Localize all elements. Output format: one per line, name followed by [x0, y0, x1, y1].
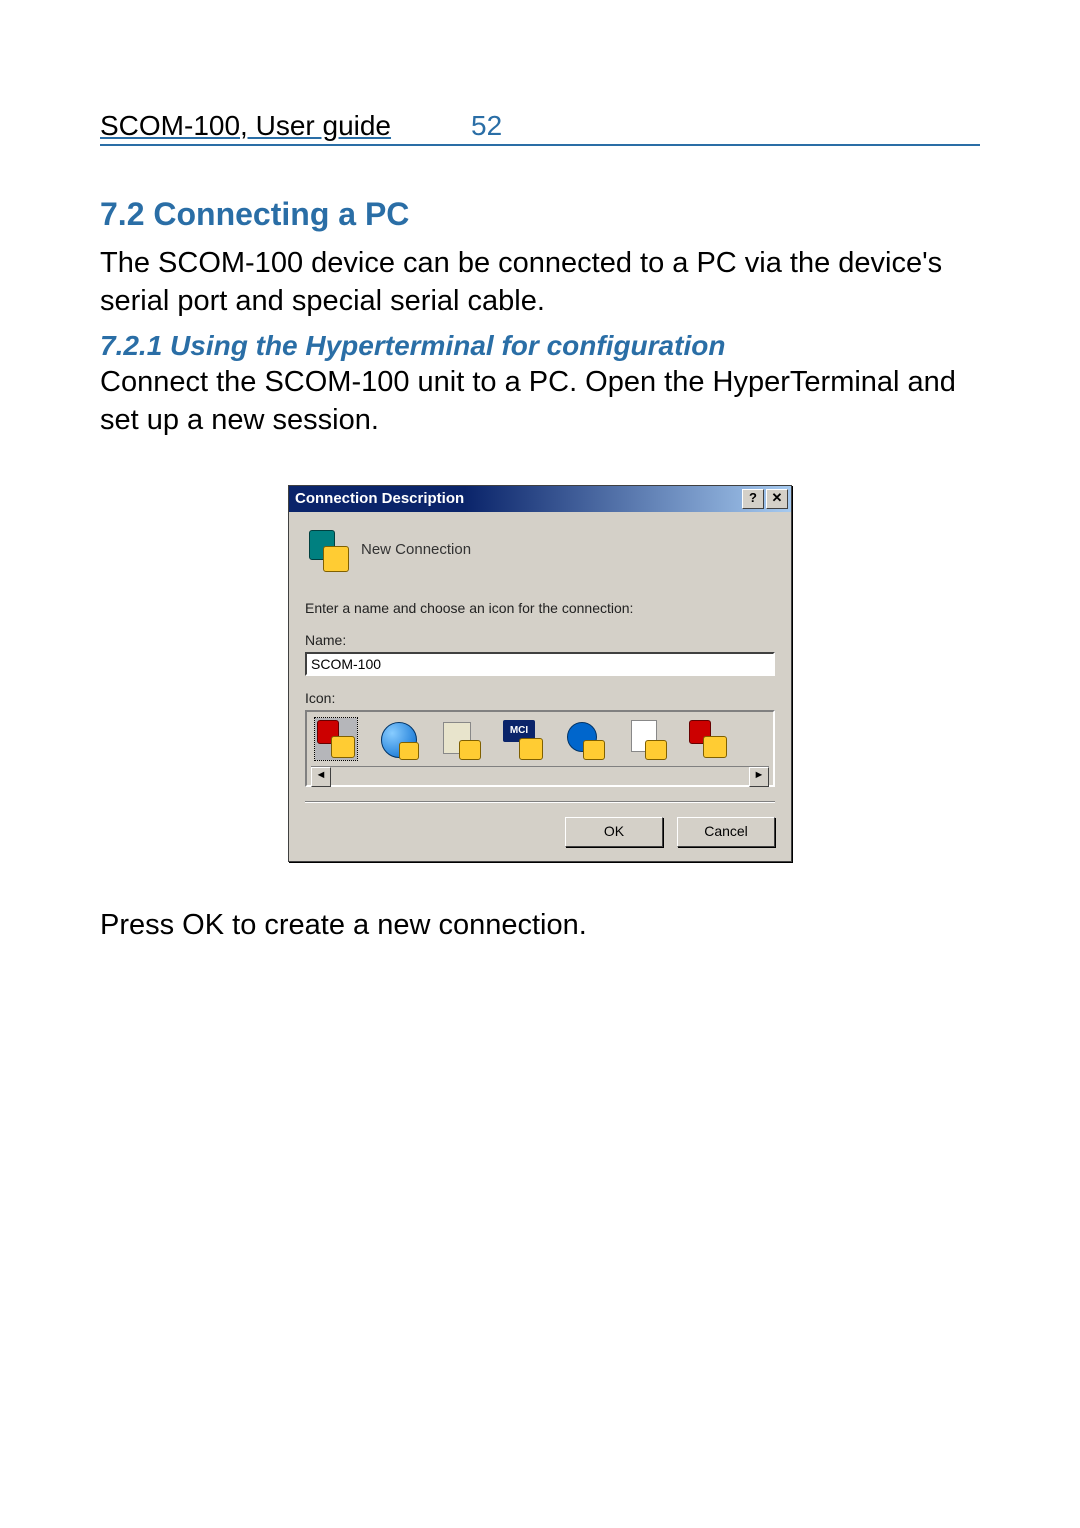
page-number: 52: [471, 110, 502, 142]
building-phone-icon[interactable]: [439, 718, 481, 760]
connection-description-dialog: Connection Description ? ✕ New Connectio…: [288, 485, 792, 862]
subsection-heading: 7.2.1 Using the Hyperterminal for config…: [100, 330, 980, 362]
new-connection-label: New Connection: [361, 541, 471, 558]
help-button[interactable]: ?: [742, 489, 764, 509]
scroll-right-button[interactable]: ►: [749, 767, 769, 787]
cancel-button[interactable]: Cancel: [677, 817, 775, 847]
dialog-title: Connection Description: [295, 490, 742, 507]
icon-scrollbar[interactable]: ◄ ►: [311, 766, 769, 785]
mci-phone-icon[interactable]: MCI: [501, 718, 543, 760]
ok-button[interactable]: OK: [565, 817, 663, 847]
globe-phone-icon[interactable]: [377, 718, 419, 760]
section-intro: The SCOM-100 device can be connected to …: [100, 245, 980, 320]
scroll-left-button[interactable]: ◄: [311, 767, 331, 787]
after-dialog-text: Press OK to create a new connection.: [100, 907, 980, 945]
icon-label: Icon:: [305, 690, 775, 706]
document-phone-icon[interactable]: [625, 718, 667, 760]
red-phone-icon-2[interactable]: [687, 718, 729, 760]
new-connection-icon: [305, 528, 349, 572]
dialog-instruction: Enter a name and choose an icon for the …: [305, 600, 775, 616]
dial-phone-icon[interactable]: [563, 718, 605, 760]
close-button[interactable]: ✕: [766, 489, 788, 509]
page-header: SCOM-100, User guide 52: [100, 110, 980, 146]
subsection-text: Connect the SCOM-100 unit to a PC. Open …: [100, 364, 980, 439]
section-heading: 7.2 Connecting a PC: [100, 196, 980, 233]
icon-picker: MCI ◄ ►: [305, 710, 775, 787]
dialog-titlebar[interactable]: Connection Description ? ✕: [289, 486, 791, 512]
hyperterminal-red-phone-icon[interactable]: [315, 718, 357, 760]
dialog-divider: [305, 801, 775, 803]
doc-title: SCOM-100, User guide: [100, 110, 391, 142]
name-label: Name:: [305, 632, 775, 648]
name-input[interactable]: [305, 652, 775, 676]
